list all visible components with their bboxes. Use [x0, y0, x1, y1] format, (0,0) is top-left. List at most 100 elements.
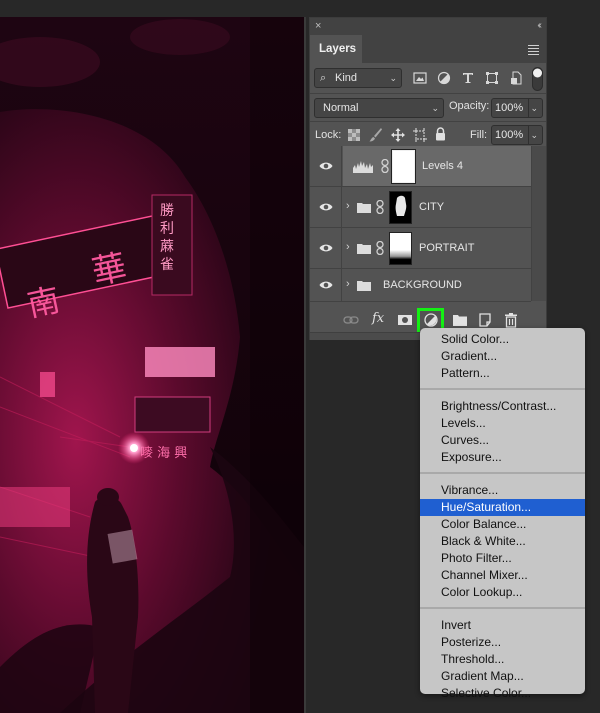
lock-transparent-pixels-icon[interactable]: [348, 129, 360, 141]
close-icon[interactable]: ×: [315, 20, 321, 32]
collapse-icon[interactable]: ‹‹: [537, 20, 541, 31]
type-filter-icon[interactable]: [461, 71, 475, 85]
adjustment-filter-icon[interactable]: [437, 71, 451, 85]
menu-item-color-balance[interactable]: Color Balance...: [420, 516, 585, 533]
menu-item-solid-color[interactable]: Solid Color...: [420, 331, 585, 348]
layers-panel: × ‹‹ Layers ⌕ Kind ⌄ Normal ⌄ Opacity: 1…: [309, 17, 547, 340]
menu-item-curves[interactable]: Curves...: [420, 432, 585, 449]
visibility-toggle[interactable]: [310, 146, 342, 186]
layer-row-portrait[interactable]: › PORTRAIT: [310, 228, 531, 269]
photoshop-workspace: 華 南 勝 利 蔴 雀 嘜 海 興 × ‹‹ Layers ⌕ Kind ⌄ N…: [0, 0, 600, 713]
panel-menu-icon[interactable]: [528, 45, 539, 57]
layer-body[interactable]: Levels 4: [343, 146, 531, 186]
adjustment-layer-menu: Solid Color... Gradient... Pattern... Brigh…: [420, 328, 585, 700]
layer-mask-thumbnail[interactable]: [391, 149, 416, 184]
menu-separator: [420, 607, 585, 609]
layer-name: PORTRAIT: [419, 242, 475, 254]
menu-item-channel-mixer[interactable]: Channel Mixer...: [420, 567, 585, 584]
layer-body[interactable]: › CITY: [343, 187, 531, 227]
new-layer-icon[interactable]: [477, 312, 493, 328]
menu-separator: [420, 472, 585, 474]
blend-row: Normal ⌄ Opacity: 100% ⌄: [310, 94, 546, 121]
expand-chevron-icon[interactable]: ›: [346, 278, 350, 290]
smart-object-filter-icon[interactable]: [509, 71, 523, 85]
shape-filter-icon[interactable]: [485, 71, 499, 85]
link-layers-icon[interactable]: [343, 312, 359, 328]
filter-toggle-icon[interactable]: [532, 67, 543, 91]
filter-kind-select[interactable]: ⌕ Kind ⌄: [314, 68, 402, 88]
chevron-down-icon: ⌄: [530, 130, 538, 140]
menu-item-photo-filter[interactable]: Photo Filter...: [420, 550, 585, 567]
layer-row-levels-4[interactable]: Levels 4: [310, 146, 531, 187]
artwork-image: 華 南 勝 利 蔴 雀 嘜 海 興: [0, 17, 304, 713]
link-chain-icon[interactable]: [376, 241, 384, 255]
lock-all-icon[interactable]: [435, 127, 446, 141]
add-mask-icon[interactable]: [397, 312, 413, 328]
layer-body[interactable]: › PORTRAIT: [343, 228, 531, 268]
menu-item-exposure[interactable]: Exposure...: [420, 449, 585, 466]
menu-item-vibrance[interactable]: Vibrance...: [420, 482, 585, 499]
menu-item-brightness-contrast[interactable]: Brightness/Contrast...: [420, 398, 585, 415]
panel-tab-row: Layers: [310, 35, 546, 63]
expand-chevron-icon[interactable]: ›: [346, 241, 350, 253]
layer-name: CITY: [419, 201, 445, 213]
menu-item-gradient[interactable]: Gradient...: [420, 348, 585, 365]
lock-artboard-icon[interactable]: [413, 128, 427, 142]
svg-text:蔴: 蔴: [160, 239, 174, 255]
layer-mask-thumbnail[interactable]: [389, 232, 412, 265]
folder-icon: [357, 281, 371, 291]
link-chain-icon[interactable]: [376, 200, 384, 214]
eye-icon: [319, 162, 333, 170]
levels-adjustment-icon: [353, 161, 373, 173]
lock-position-icon[interactable]: [391, 128, 405, 142]
blend-mode-select[interactable]: Normal ⌄: [314, 98, 444, 118]
menu-separator: [420, 388, 585, 390]
eye-icon: [319, 203, 333, 211]
layer-name: BACKGROUND: [383, 279, 462, 291]
link-chain-icon[interactable]: [381, 159, 389, 173]
image-filter-icon[interactable]: [413, 71, 427, 85]
expand-chevron-icon[interactable]: ›: [346, 200, 350, 212]
filter-kind-value: Kind: [335, 72, 358, 84]
menu-item-invert[interactable]: Invert: [420, 617, 585, 634]
opacity-label: Opacity:: [449, 100, 490, 112]
menu-item-pattern[interactable]: Pattern...: [420, 365, 585, 382]
menu-item-selective-color[interactable]: Selective Color...: [420, 685, 585, 702]
eye-icon: [319, 244, 333, 252]
menu-item-color-lookup[interactable]: Color Lookup...: [420, 584, 585, 601]
menu-item-posterize[interactable]: Posterize...: [420, 634, 585, 651]
lock-image-pixels-icon[interactable]: [369, 128, 382, 142]
delete-layer-icon[interactable]: [503, 312, 519, 328]
add-layer-style-icon[interactable]: fx: [372, 311, 388, 327]
layer-mask-thumbnail[interactable]: [389, 191, 412, 224]
filter-row: ⌕ Kind ⌄: [310, 63, 546, 93]
layer-body[interactable]: › BACKGROUND: [343, 269, 531, 301]
svg-text:雀: 雀: [160, 257, 174, 273]
eye-icon: [319, 281, 333, 289]
layer-row-background[interactable]: › BACKGROUND: [310, 269, 531, 302]
tab-layers[interactable]: Layers: [310, 35, 362, 63]
menu-item-hue-saturation[interactable]: Hue/Saturation...: [420, 499, 585, 516]
document-canvas[interactable]: 華 南 勝 利 蔴 雀 嘜 海 興: [0, 17, 304, 713]
svg-text:勝: 勝: [160, 203, 174, 219]
lock-label: Lock:: [315, 129, 342, 141]
canvas-edge: [304, 17, 306, 713]
menu-item-black-white[interactable]: Black & White...: [420, 533, 585, 550]
svg-text:利: 利: [160, 221, 174, 237]
new-group-icon[interactable]: [452, 312, 468, 328]
fill-value: 100%: [495, 129, 524, 141]
visibility-toggle[interactable]: [310, 228, 342, 268]
chevron-down-icon: ⌄: [389, 73, 397, 83]
menu-item-threshold[interactable]: Threshold...: [420, 651, 585, 668]
opacity-value: 100%: [495, 102, 524, 114]
menu-item-gradient-map[interactable]: Gradient Map...: [420, 668, 585, 685]
visibility-toggle[interactable]: [310, 187, 342, 227]
layer-list: Levels 4 › CITY › PORTRAIT › BACKGROUND: [310, 146, 532, 302]
opacity-field[interactable]: 100% ⌄: [491, 98, 543, 118]
fill-field[interactable]: 100% ⌄: [491, 125, 543, 145]
menu-item-levels[interactable]: Levels...: [420, 415, 585, 432]
panel-titlebar[interactable]: × ‹‹: [310, 18, 546, 35]
visibility-toggle[interactable]: [310, 269, 342, 301]
layer-list-scrollbar[interactable]: [532, 146, 546, 301]
layer-row-city[interactable]: › CITY: [310, 187, 531, 228]
